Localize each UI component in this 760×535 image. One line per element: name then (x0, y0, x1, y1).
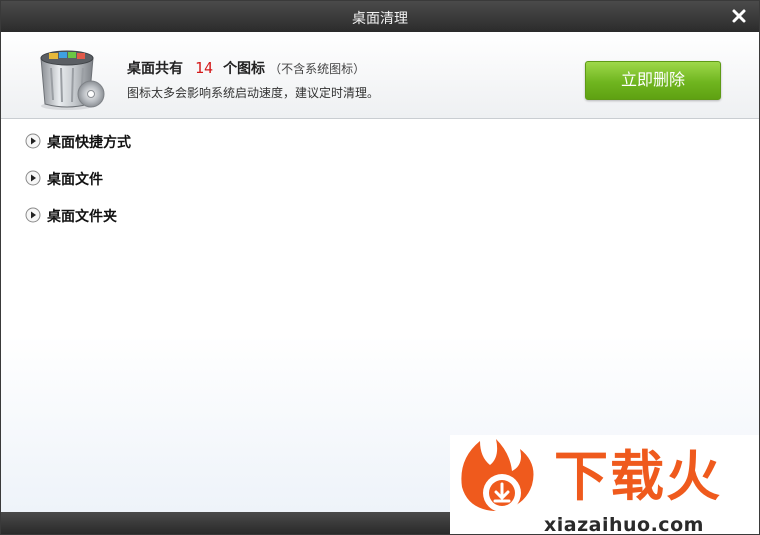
icon-count-summary: 桌面共有 14 个图标 （不含系统图标） (127, 58, 365, 78)
summary-suffix: 个图标 (223, 61, 266, 77)
desktop-cleanup-window: 桌面清理 桌面共有 14 个图标 （不含系统图标） 图标太多会影响系统启动速度，… (0, 0, 760, 535)
play-arrow-icon (25, 133, 41, 149)
cleanup-hint: 图标太多会影响系统启动速度，建议定时清理。 (127, 86, 380, 100)
summary-header: 桌面共有 14 个图标 （不含系统图标） 图标太多会影响系统启动速度，建议定时清理。 … (1, 32, 759, 119)
summary-prefix: 桌面共有 (127, 61, 183, 77)
category-label: 桌面快捷方式 (47, 135, 131, 151)
play-arrow-icon (25, 207, 41, 223)
category-label: 桌面文件 (47, 172, 103, 188)
summary-note: （不含系统图标） (269, 62, 366, 76)
watermark-logo: 下载火 xiazaihuo.com (450, 435, 759, 535)
title-bar[interactable]: 桌面清理 (1, 1, 759, 32)
close-button[interactable] (729, 6, 749, 26)
watermark-domain: xiazaihuo.com (544, 514, 704, 535)
window-title: 桌面清理 (352, 11, 408, 27)
delete-now-button[interactable]: 立即删除 (585, 61, 721, 100)
category-label: 桌面文件夹 (47, 209, 117, 225)
watermark-logo-text: 下载火 (554, 445, 722, 508)
close-icon (732, 9, 746, 23)
icon-count-value: 14 (195, 59, 214, 77)
trash-can-icon (40, 50, 105, 110)
xiazaihuo-logo-icon: 下载火 (461, 439, 722, 512)
play-arrow-icon (25, 170, 41, 186)
